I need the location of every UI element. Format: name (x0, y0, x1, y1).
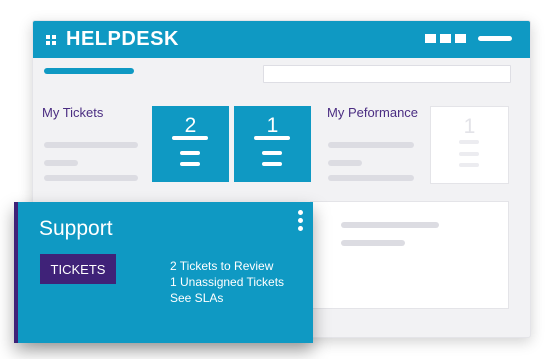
window-controls[interactable] (425, 34, 512, 43)
ticket-count-value: 1 (266, 114, 279, 137)
placeholder-line (44, 175, 138, 181)
search-input[interactable] (263, 65, 511, 83)
tile-line (459, 152, 479, 156)
placeholder-line (328, 142, 414, 148)
my-tickets-label: My Tickets (42, 105, 104, 120)
active-tab-indicator[interactable] (44, 68, 134, 74)
support-card: Support TICKETS 2 Tickets to Review 1 Un… (14, 202, 313, 343)
support-links: 2 Tickets to Review 1 Unassigned Tickets… (170, 258, 284, 306)
menu-bar-icon[interactable] (478, 36, 512, 41)
placeholder-line (44, 160, 78, 166)
lower-panel (310, 201, 509, 309)
unassigned-tickets-link[interactable]: 1 Unassigned Tickets (170, 274, 284, 290)
grid-icon (46, 35, 56, 45)
tile-line (459, 140, 479, 144)
tile-line (180, 162, 200, 166)
tickets-button[interactable]: TICKETS (40, 254, 116, 284)
title-bar: HELPDESK (33, 21, 530, 58)
placeholder-line (328, 160, 362, 166)
tile-line (254, 136, 290, 140)
tile-line (262, 151, 282, 155)
ticket-count-tile[interactable]: 2 (152, 106, 229, 182)
tile-line (262, 162, 282, 166)
kebab-menu-icon[interactable] (297, 210, 303, 231)
tile-line (180, 151, 200, 155)
performance-value: 1 (463, 115, 476, 138)
ticket-count-value: 2 (184, 114, 197, 137)
tile-line (172, 136, 208, 140)
tickets-to-review-link[interactable]: 2 Tickets to Review (170, 258, 284, 274)
placeholder-line (44, 142, 138, 148)
performance-tile[interactable]: 1 (430, 106, 509, 184)
my-performance-label: My Peformance (327, 105, 419, 120)
app-title: HELPDESK (66, 28, 179, 50)
placeholder-line (341, 222, 439, 228)
placeholder-line (328, 175, 414, 181)
window-control-icon[interactable] (440, 34, 451, 43)
window-control-icon[interactable] (425, 34, 436, 43)
ticket-count-tile[interactable]: 1 (234, 106, 311, 182)
window-control-icon[interactable] (455, 34, 466, 43)
support-title: Support (39, 217, 113, 240)
see-slas-link[interactable]: See SLAs (170, 290, 284, 306)
placeholder-line (341, 240, 405, 246)
tile-line (459, 163, 479, 167)
